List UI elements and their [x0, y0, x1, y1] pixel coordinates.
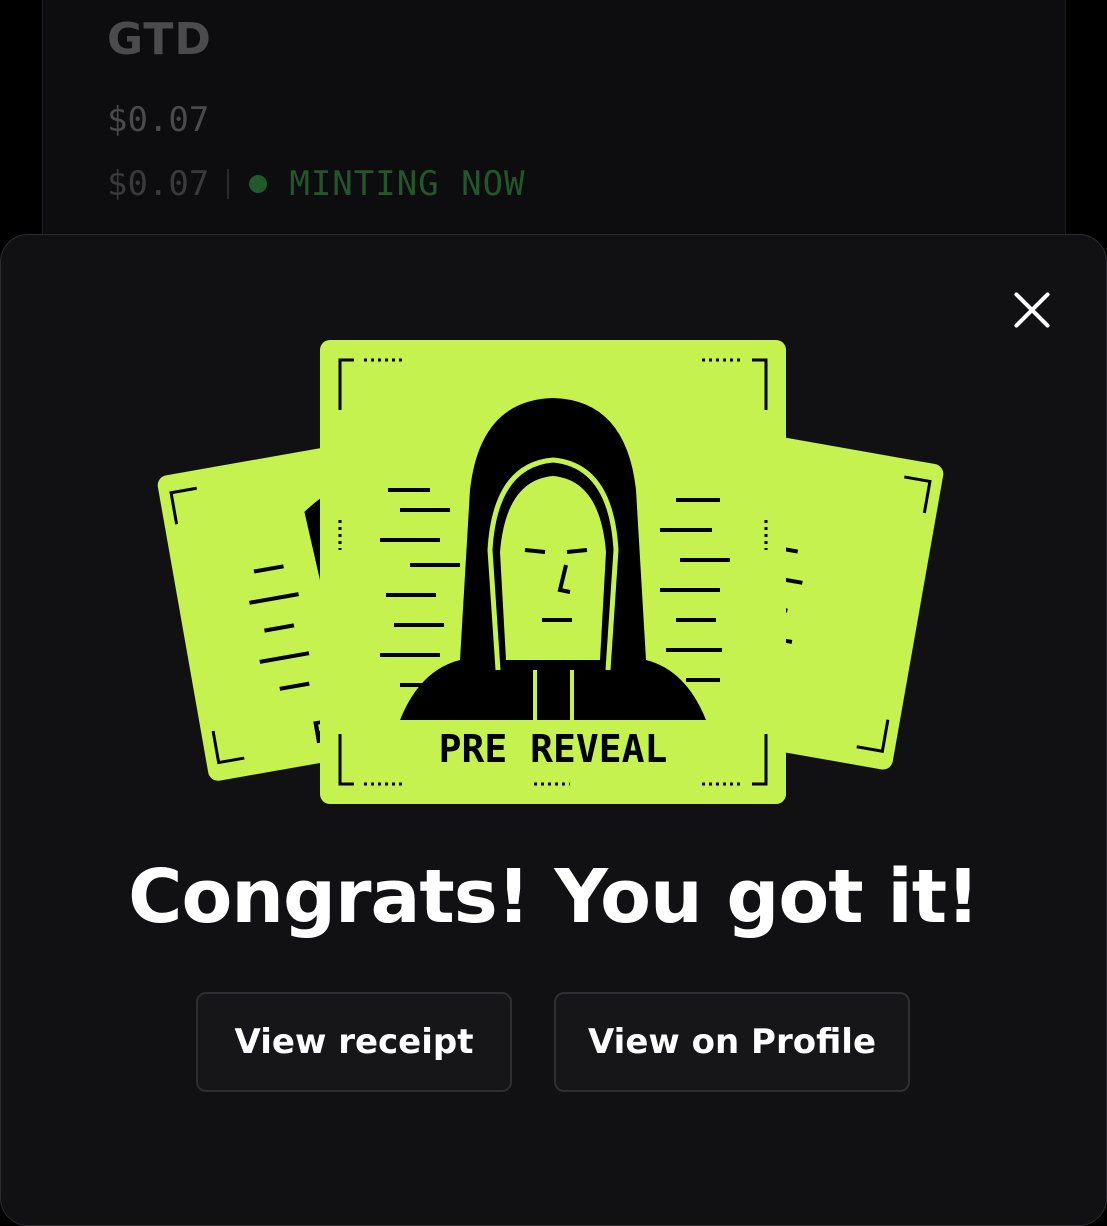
success-headline: Congrats! You got it!	[128, 854, 980, 940]
tier-price-secondary: $0.07	[107, 164, 210, 204]
minting-status: MINTING NOW	[289, 164, 526, 204]
tier-title: GTD	[107, 14, 212, 65]
tier-price: $0.07	[107, 100, 210, 140]
hooded-figure-icon: PRE REVEAL	[338, 358, 768, 786]
tier-status-row: $0.07 MINTING NOW	[107, 164, 526, 204]
close-icon[interactable]	[1008, 286, 1056, 334]
card-label: PRE REVEAL	[439, 727, 668, 771]
view-on-profile-button[interactable]: View on Profile	[554, 992, 910, 1092]
nft-card-pre-reveal: PRE REVEAL	[320, 340, 786, 804]
view-receipt-button[interactable]: View receipt	[196, 992, 512, 1092]
status-dot-icon	[249, 175, 268, 193]
divider	[227, 169, 230, 199]
